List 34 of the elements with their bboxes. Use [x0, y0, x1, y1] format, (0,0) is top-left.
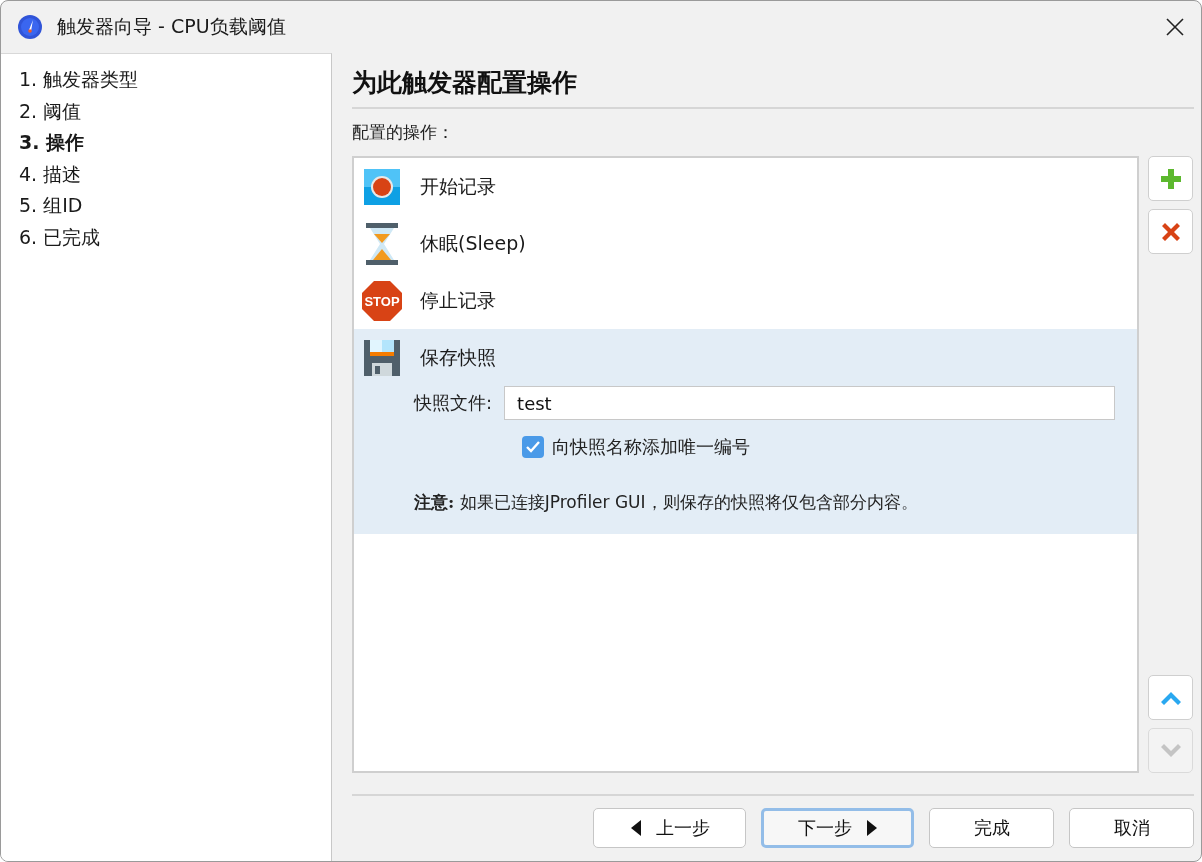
next-button[interactable]: 下一步: [761, 808, 914, 848]
hourglass-icon: [365, 221, 399, 266]
wizard-step: 2. 阈值: [19, 95, 331, 127]
checkbox[interactable]: [522, 436, 544, 458]
actions-label: 配置的操作：: [352, 121, 455, 144]
caret-left-icon: [629, 819, 642, 837]
close-icon: [1165, 17, 1185, 37]
action-list-item[interactable]: 开始记录: [354, 158, 1137, 215]
field-label: 快照文件:: [414, 391, 493, 415]
action-list-item[interactable]: STOP 停止记录: [354, 272, 1137, 329]
wizard-step: 4. 描述: [19, 158, 331, 190]
gauge-icon: [17, 14, 43, 40]
stop-sign-icon: STOP: [361, 279, 403, 322]
page-heading: 为此触发器配置操作: [352, 65, 1194, 109]
plain-button[interactable]: 取消: [1069, 808, 1194, 848]
window-title: 触发器向导 - CPU负载阈值: [57, 14, 287, 39]
snapshot-file-field[interactable]: test: [504, 386, 1115, 420]
action-list-item[interactable]: 保存快照 快照文件: test 向快照名称添加唯一编号 注意: 如果已连接JProfiler GUI，则保存的快照将仅包含部分内容。: [354, 329, 1137, 534]
plain-button[interactable]: 完成: [929, 808, 1054, 848]
wizard-step: 3. 操作: [19, 127, 331, 159]
wizard-step: 5. 组ID: [19, 190, 331, 222]
add-icon: [1158, 166, 1183, 191]
action-list-item[interactable]: 休眠(Sleep): [354, 215, 1137, 272]
wizard-step: 1. 触发器类型: [19, 64, 331, 96]
wizard-step: 6. 已完成: [19, 221, 331, 253]
note-text: 注意: 如果已连接JProfiler GUI，则保存的快照将仅包含部分内容。: [414, 491, 919, 514]
back-button[interactable]: 上一步: [593, 808, 746, 848]
caret-right-icon: [865, 819, 878, 837]
up-button[interactable]: [1148, 675, 1193, 720]
check-icon: [525, 439, 541, 455]
add-button[interactable]: [1148, 156, 1193, 201]
record-icon: [363, 167, 401, 206]
checkbox-label: 向快照名称添加唯一编号: [552, 435, 750, 459]
remove-button[interactable]: [1148, 209, 1193, 254]
